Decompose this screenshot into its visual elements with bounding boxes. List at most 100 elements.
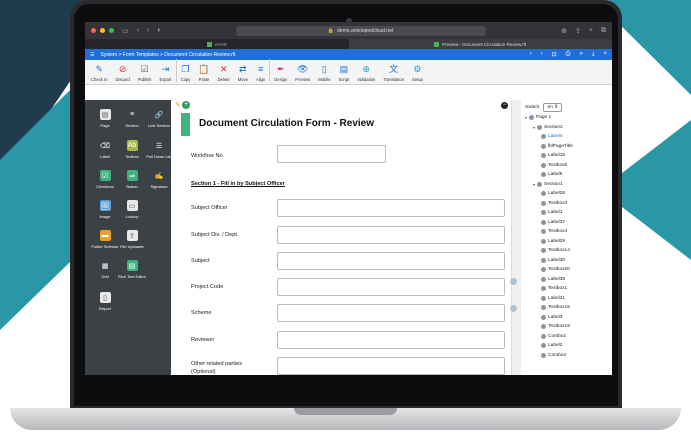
- toolbar-script-button[interactable]: ▤ Script: [335, 59, 354, 82]
- tree-item[interactable]: Label37: [541, 219, 565, 225]
- row-handle-icon[interactable]: [510, 278, 517, 285]
- tree-item[interactable]: Label15: [541, 153, 565, 158]
- toolbar-paste-button[interactable]: 📋 Paste: [194, 59, 213, 82]
- close-dot-icon[interactable]: [91, 28, 96, 33]
- download-icon[interactable]: ⊕: [561, 27, 567, 35]
- toolbar-translation-button[interactable]: 文 Translation: [379, 59, 408, 82]
- new-tab-icon[interactable]: +: [589, 27, 593, 35]
- menu-icon[interactable]: ☰: [90, 52, 94, 58]
- tree-item[interactable]: ▾ Page 1: [525, 115, 551, 120]
- toolbar-align-button[interactable]: ≡ Align: [252, 59, 271, 82]
- chevron-right-icon[interactable]: ›: [541, 51, 543, 58]
- tree-item[interactable]: Label38: [541, 276, 565, 282]
- palette-pull-down-list[interactable]: ☰ Pull Down List: [145, 140, 173, 159]
- palette-folder-selector[interactable]: ▬ Folder Selector: [91, 230, 119, 249]
- chevron-down-icon[interactable]: ▾: [525, 115, 527, 120]
- row-handle-icon[interactable]: [510, 305, 517, 312]
- tree-item[interactable]: Combo2: [541, 352, 566, 358]
- toolbar-setup-button[interactable]: ⚙ Setup: [408, 59, 427, 82]
- palette-grid[interactable]: ▦ Grid: [91, 260, 119, 279]
- remove-circle-icon[interactable]: −: [501, 102, 508, 109]
- palette-file-uploader[interactable]: ⇪ File Uploader: [118, 230, 146, 249]
- toolbar-validation-button[interactable]: ⊕ Validation: [353, 59, 379, 82]
- maximize-dot-icon[interactable]: [109, 28, 114, 33]
- add-circle-icon[interactable]: +: [182, 101, 190, 109]
- node-icon: [541, 314, 546, 320]
- palette-section[interactable]: ≡ Section: [118, 109, 146, 128]
- field-input[interactable]: [277, 226, 505, 244]
- palette-link-section[interactable]: 🔗 Link Section: [145, 109, 173, 128]
- tree-item[interactable]: Label4: [541, 134, 562, 139]
- minimize-dot-icon[interactable]: [100, 28, 105, 33]
- palette-page[interactable]: ▤ Page: [91, 109, 119, 128]
- palette-button[interactable]: ⇒ Button: [118, 170, 146, 189]
- palette-checkbox[interactable]: ☑ Checkbox: [91, 170, 119, 189]
- sidebar-icon[interactable]: ▭: [122, 27, 129, 35]
- download-icon[interactable]: ⤓: [592, 51, 595, 58]
- tree-item[interactable]: Combo1: [541, 333, 566, 339]
- layout-icon[interactable]: ⊡: [552, 51, 557, 58]
- edit-pencil-icon[interactable]: ✎: [175, 101, 181, 109]
- palette-lookup[interactable]: ▭ Lookup: [118, 200, 146, 219]
- tree-item[interactable]: Label2: [541, 343, 562, 348]
- toolbar-move-button[interactable]: ⇄ Move: [234, 59, 252, 82]
- canvas-scroll-gutter[interactable]: [511, 100, 521, 375]
- tree-item[interactable]: Textbox1: [541, 286, 567, 291]
- palette-signature[interactable]: ✍ Signature: [145, 170, 173, 189]
- field-input[interactable]: [277, 199, 505, 217]
- toolbar-export-button[interactable]: ⇥ Export: [155, 59, 177, 82]
- tabs-overview-icon[interactable]: ⧉: [601, 27, 606, 35]
- print-icon[interactable]: ⎙: [566, 51, 571, 58]
- shield-icon[interactable]: ◐: [157, 27, 161, 34]
- workflow-input[interactable]: [277, 145, 386, 163]
- tree-item[interactable]: Textbox14: [541, 248, 570, 253]
- back-icon[interactable]: ‹: [137, 27, 139, 34]
- language-select[interactable]: en ⇕: [543, 103, 563, 112]
- close-icon[interactable]: ×: [603, 51, 607, 58]
- palette-textbox[interactable]: Ab Textbox: [118, 140, 146, 159]
- toolbar-discard-button[interactable]: ⊘ Discard: [112, 59, 134, 82]
- field-input[interactable]: [277, 357, 505, 375]
- tree-item[interactable]: Label21: [541, 295, 565, 301]
- share-icon[interactable]: ⇪: [575, 27, 581, 35]
- tree-item[interactable]: Label6: [541, 172, 562, 177]
- tree-item[interactable]: Textbox4: [541, 229, 567, 234]
- toolbar-publish-button[interactable]: ☑ Publish: [134, 59, 156, 82]
- tree-item[interactable]: Textbox6: [541, 162, 567, 168]
- tree-item[interactable]: Textbox19: [541, 324, 570, 329]
- chevron-down-icon[interactable]: ▾: [533, 182, 535, 187]
- tab-esmb[interactable]: eSMB: [85, 39, 349, 49]
- palette-rich-text-editor[interactable]: ▤ Rich Text Editor: [118, 260, 146, 279]
- address-bar[interactable]: 🔒 demo.antelopedcloud.net: [235, 25, 486, 36]
- palette-report[interactable]: ▯ Report: [91, 292, 119, 311]
- forward-icon[interactable]: ›: [147, 27, 149, 34]
- toolbar-mobile-button[interactable]: ▯ Mobile: [314, 59, 334, 82]
- toolbar-preview-button[interactable]: 👁 Preview: [291, 59, 314, 82]
- toolbar-copy-button[interactable]: ❐ Copy: [177, 59, 195, 82]
- field-input[interactable]: [277, 331, 505, 349]
- tree-item[interactable]: ▾ Section2: [533, 124, 563, 130]
- tab-preview[interactable]: Preview - Document Circulation Review.rf…: [348, 39, 612, 49]
- toolbar-design-button[interactable]: ✒ Design: [270, 59, 291, 82]
- tree-item[interactable]: Label3: [541, 314, 562, 320]
- palette-image[interactable]: 🖼 Image: [91, 200, 119, 219]
- toolbar-label: Setup: [411, 77, 423, 82]
- field-input[interactable]: [277, 252, 505, 270]
- tree-item[interactable]: Label30: [541, 257, 565, 263]
- tree-item[interactable]: Label1: [541, 210, 562, 215]
- tree-item[interactable]: Textbox3: [541, 200, 567, 206]
- field-input[interactable]: [277, 304, 505, 322]
- chevron-down-icon[interactable]: ▾: [533, 125, 535, 130]
- tree-item[interactable]: Label29: [541, 238, 565, 244]
- toolbar-delete-button[interactable]: ✕ Delete: [214, 59, 234, 82]
- field-input[interactable]: [277, 278, 505, 296]
- toolbar-check-in-button[interactable]: ✎ Check In: [87, 59, 112, 82]
- palette-label[interactable]: ⌫ Label: [91, 140, 119, 159]
- tree-item[interactable]: Textbox20: [541, 267, 570, 272]
- chevron-left-icon[interactable]: ‹: [530, 51, 532, 58]
- collapse-icon[interactable]: »: [579, 51, 582, 58]
- tree-item[interactable]: Textbox15: [541, 305, 570, 310]
- tree-item[interactable]: lblPageTitle: [541, 143, 573, 149]
- tree-item[interactable]: Label26: [541, 191, 565, 196]
- tree-item[interactable]: ▾ Section1: [533, 181, 563, 187]
